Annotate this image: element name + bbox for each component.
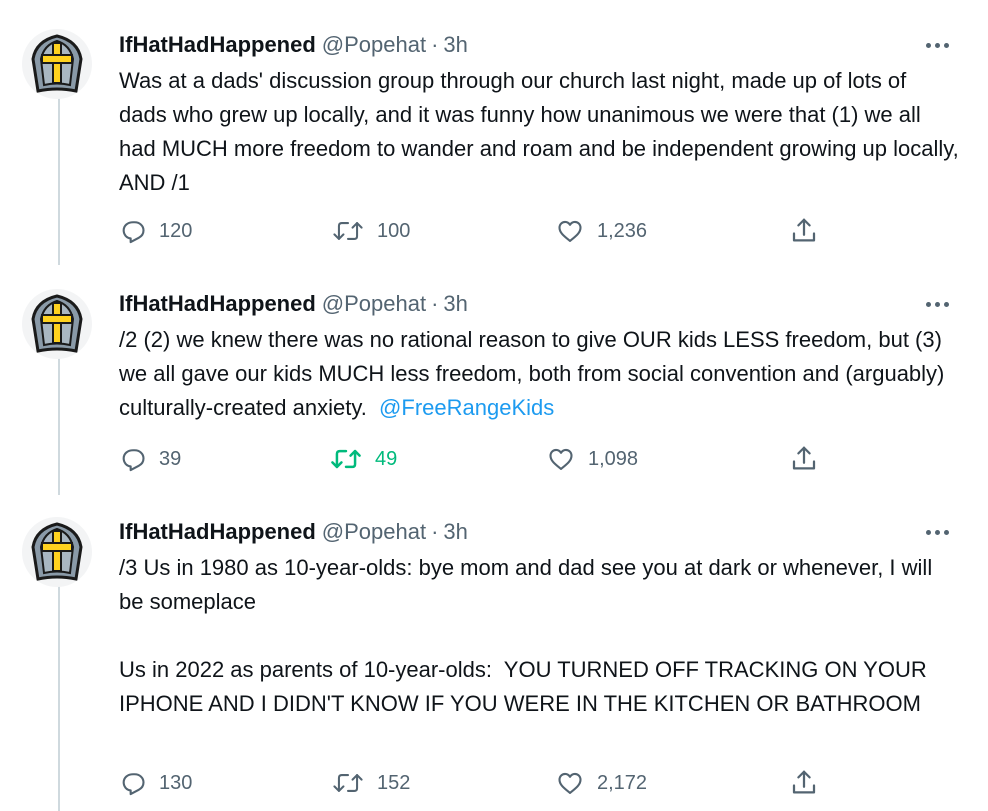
tweet-body: Was at a dads' discussion group through …: [119, 68, 964, 195]
user-handle[interactable]: @Popehat: [322, 291, 426, 317]
retweet-icon: [333, 222, 363, 240]
user-handle[interactable]: @Popehat: [322, 32, 426, 58]
pope-hat-avatar-icon: [31, 294, 83, 353]
reply-icon: [122, 449, 145, 472]
tweet-header: IfHatHadHappened @Popehat · 3h: [119, 30, 468, 60]
timestamp[interactable]: 3h: [443, 291, 467, 317]
like-button[interactable]: 1,098: [546, 444, 638, 474]
retweet-button[interactable]: 152: [331, 768, 410, 798]
like-button[interactable]: 2,172: [555, 768, 647, 798]
tweet-actions: 130 152 2,172: [119, 768, 839, 798]
share-icon: [792, 446, 816, 470]
tweet-actions: 39 49 1,098: [119, 444, 839, 474]
share-button[interactable]: [789, 768, 819, 798]
like-icon: [549, 448, 573, 470]
like-icon: [558, 220, 582, 242]
tweet-text: Was at a dads' discussion group through …: [119, 64, 959, 200]
reply-icon: [122, 773, 145, 796]
tweet-body: /3 Us in 1980 as 10-year-olds: bye mom a…: [119, 555, 933, 716]
avatar[interactable]: [22, 29, 92, 99]
like-count: 1,236: [597, 219, 648, 242]
like-count: 1,098: [588, 447, 639, 470]
display-name[interactable]: IfHatHadHappened: [119, 32, 316, 58]
reply-count: 130: [159, 771, 193, 794]
tweet-header: IfHatHadHappened @Popehat · 3h: [119, 517, 468, 547]
reply-count: 39: [159, 447, 182, 470]
reply-button[interactable]: 130: [119, 768, 192, 798]
retweet-button[interactable]: 49: [329, 444, 397, 474]
reply-icon: [122, 221, 145, 244]
more-icon[interactable]: [920, 32, 954, 58]
timestamp[interactable]: 3h: [443, 519, 467, 545]
like-count: 2,172: [597, 771, 648, 794]
share-button[interactable]: [789, 444, 819, 474]
tweet[interactable]: IfHatHadHappened @Popehat · 3h /2 (2) we…: [0, 287, 988, 487]
pope-hat-avatar-icon: [31, 34, 83, 93]
retweet-icon: [331, 449, 361, 469]
separator: ·: [431, 32, 439, 57]
like-button[interactable]: 1,236: [555, 216, 647, 246]
retweet-button[interactable]: 100: [331, 216, 410, 246]
reply-button[interactable]: 39: [119, 444, 181, 474]
reply-count: 120: [159, 219, 193, 242]
retweet-icon: [333, 774, 363, 792]
share-icon: [792, 218, 816, 242]
share-button[interactable]: [789, 216, 819, 246]
separator: ·: [431, 291, 439, 316]
separator: ·: [431, 519, 439, 544]
more-icon[interactable]: [920, 519, 954, 545]
avatar[interactable]: [22, 517, 92, 587]
timestamp[interactable]: 3h: [443, 32, 467, 58]
retweet-count: 49: [375, 447, 398, 470]
retweet-count: 100: [377, 219, 411, 242]
tweet-text: /2 (2) we knew there was no rational rea…: [119, 323, 959, 425]
tweet-header: IfHatHadHappened @Popehat · 3h: [119, 289, 468, 319]
display-name[interactable]: IfHatHadHappened: [119, 291, 316, 317]
avatar[interactable]: [22, 289, 92, 359]
share-icon: [792, 770, 816, 794]
pope-hat-avatar-icon: [31, 522, 83, 581]
retweet-count: 152: [377, 771, 411, 794]
tweet-actions: 120 100 1,236: [119, 216, 839, 246]
tweet[interactable]: IfHatHadHappened @Popehat · 3h /3 Us in …: [0, 515, 988, 811]
mention-link[interactable]: @FreeRangeKids: [379, 395, 554, 420]
like-icon: [558, 772, 582, 794]
user-handle[interactable]: @Popehat: [322, 519, 426, 545]
reply-button[interactable]: 120: [119, 216, 192, 246]
more-icon[interactable]: [920, 291, 954, 317]
display-name[interactable]: IfHatHadHappened: [119, 519, 316, 545]
tweet-text: /3 Us in 1980 as 10-year-olds: bye mom a…: [119, 551, 959, 721]
tweet[interactable]: IfHatHadHappened @Popehat · 3h Was at a …: [0, 27, 988, 257]
